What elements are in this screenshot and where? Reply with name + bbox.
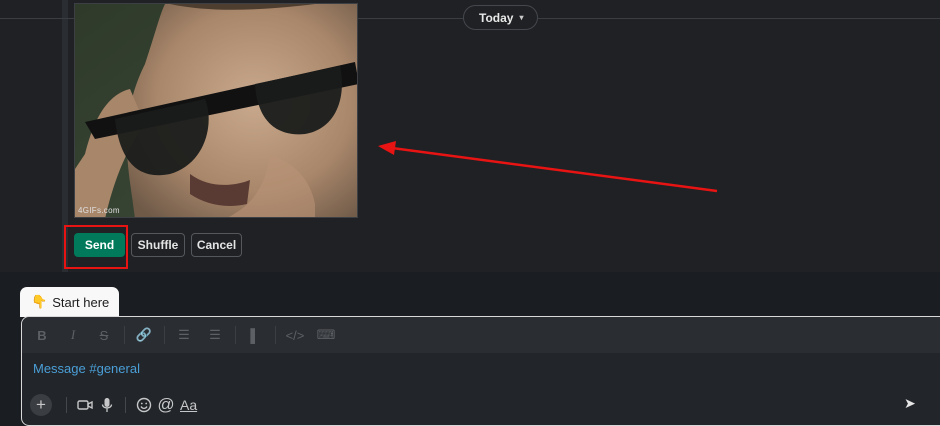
gif-image [75,4,357,217]
formatting-toolbar: B I S 🔗 ☰ ☰ ▌ </> ⌨ [22,317,940,353]
shuffle-button[interactable]: Shuffle [131,233,185,257]
emoji-icon[interactable] [133,394,155,416]
send-button[interactable]: Send [74,233,125,257]
message-input[interactable]: Message #general [33,361,140,376]
plus-icon[interactable]: + [30,394,52,416]
code-block-icon[interactable]: ⌨ [315,324,337,346]
gif-preview: 4GIFs.com [74,3,358,218]
today-date-pill[interactable]: Today ▾ [463,5,539,30]
today-label: Today [479,10,514,25]
microphone-icon[interactable] [96,394,118,416]
mention-icon[interactable]: @ [155,394,177,416]
cancel-button[interactable]: Cancel [191,233,242,257]
start-here-label: Start here [52,294,110,310]
start-here-tab[interactable]: 👇 Start here [20,287,119,317]
code-icon[interactable]: </> [284,324,306,346]
video-icon[interactable] [74,394,96,416]
pointing-down-icon: 👇 [31,294,48,309]
message-composer[interactable]: B I S 🔗 ☰ ☰ ▌ </> ⌨ Message #general + @… [21,316,940,426]
toolbar-divider [164,326,165,344]
toolbar-divider [235,326,236,344]
chevron-down-icon: ▾ [519,13,524,22]
toolbar-divider [66,397,67,413]
bold-icon[interactable]: B [31,324,53,346]
blockquote-icon[interactable]: ▌ [244,324,266,346]
toolbar-divider [124,326,125,344]
strikethrough-icon[interactable]: S [93,324,115,346]
gif-watermark: 4GIFs.com [78,206,120,215]
bullet-list-icon[interactable]: ☰ [204,324,226,346]
text-format-toggle[interactable]: Aa [177,394,200,416]
link-icon[interactable]: 🔗 [133,324,155,346]
composer-actions: + @ Aa [30,394,200,416]
toolbar-divider [275,326,276,344]
ordered-list-icon[interactable]: ☰ [173,324,195,346]
toolbar-divider [125,397,126,413]
send-message-icon[interactable]: ➤ [904,395,916,412]
italic-icon[interactable]: I [62,324,84,346]
